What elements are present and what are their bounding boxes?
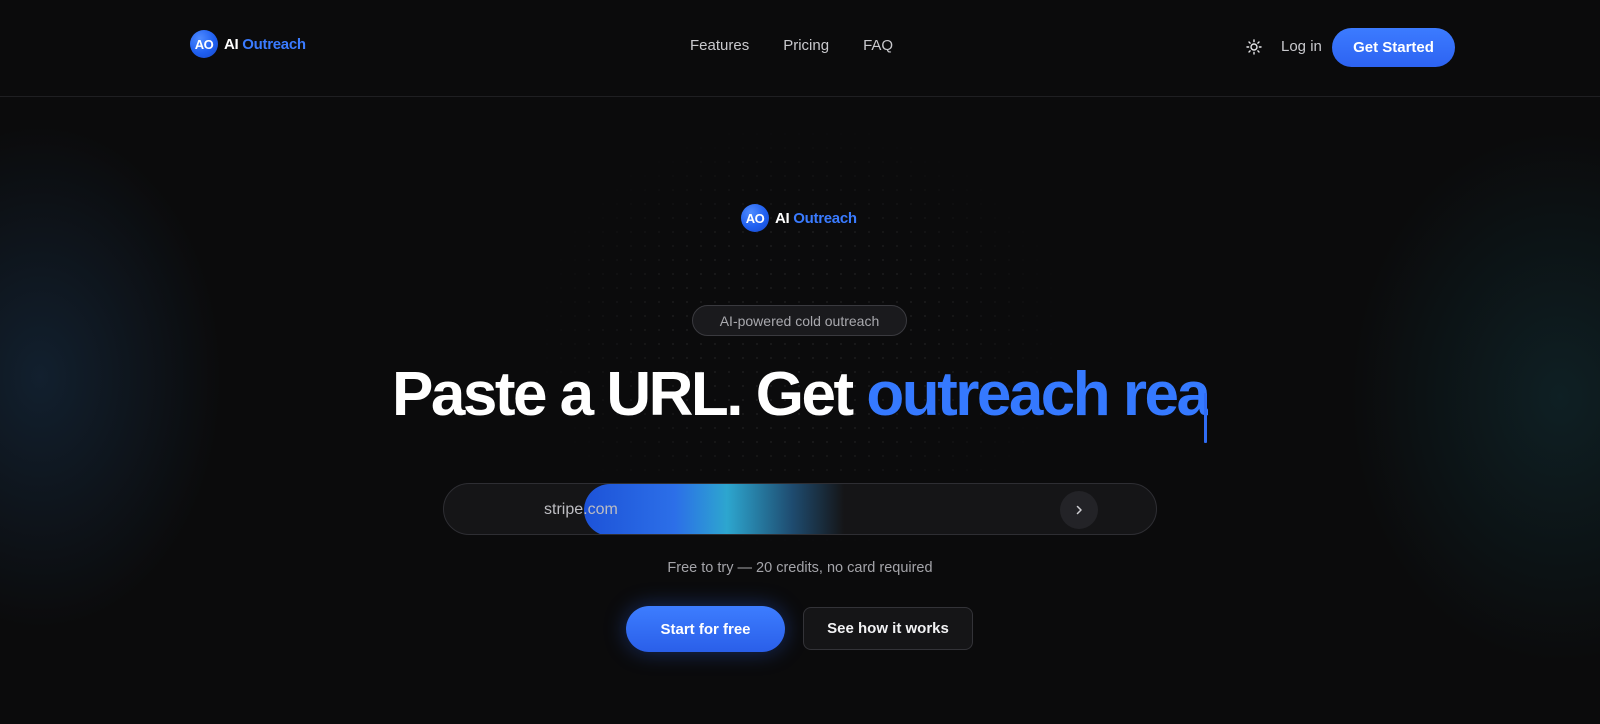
free-trial-note: Free to try — 20 credits, no card requir…: [667, 560, 933, 576]
sun-icon: [1246, 39, 1262, 55]
logo-word-outreach: Outreach: [793, 209, 857, 227]
nav-links: Features Pricing FAQ: [690, 37, 893, 54]
hero-section: AO AI Outreach AI-powered cold outreach …: [0, 97, 1600, 724]
login-link[interactable]: Log in: [1281, 38, 1322, 55]
headline-white-part: Paste a URL. Get: [392, 360, 867, 429]
hero-logo: AO AI Outreach: [741, 204, 857, 232]
get-started-button[interactable]: Get Started: [1332, 28, 1455, 67]
logo-mark-icon: AO: [741, 204, 769, 232]
typing-caret: [1204, 393, 1207, 443]
logo-wordmark: AI Outreach: [224, 36, 306, 53]
hero-headline: Paste a URL. Get outreach rea: [392, 359, 1208, 431]
top-nav: AO AI Outreach Features Pricing FAQ Log …: [0, 0, 1600, 97]
submit-url-button[interactable]: [1060, 491, 1098, 529]
logo-word-outreach: Outreach: [242, 35, 306, 53]
nav-link-features[interactable]: Features: [690, 37, 749, 54]
start-for-free-button[interactable]: Start for free: [626, 606, 785, 652]
logo-wordmark: AI Outreach: [775, 210, 857, 227]
headline-blue-part: outreach rea: [866, 360, 1208, 429]
nav-logo[interactable]: AO AI Outreach: [190, 30, 306, 58]
logo-word-ai: AI: [224, 35, 239, 53]
logo-word-ai: AI: [775, 209, 790, 227]
chevron-right-icon: [1076, 505, 1082, 515]
url-input[interactable]: [544, 484, 1044, 534]
url-search-bar: [443, 483, 1157, 535]
nav-link-pricing[interactable]: Pricing: [783, 37, 829, 54]
logo-mark-icon: AO: [190, 30, 218, 58]
hero-badge: AI-powered cold outreach: [692, 305, 907, 336]
theme-toggle-button[interactable]: [1244, 37, 1264, 57]
see-how-it-works-button[interactable]: See how it works: [803, 607, 973, 650]
nav-link-faq[interactable]: FAQ: [863, 37, 893, 54]
